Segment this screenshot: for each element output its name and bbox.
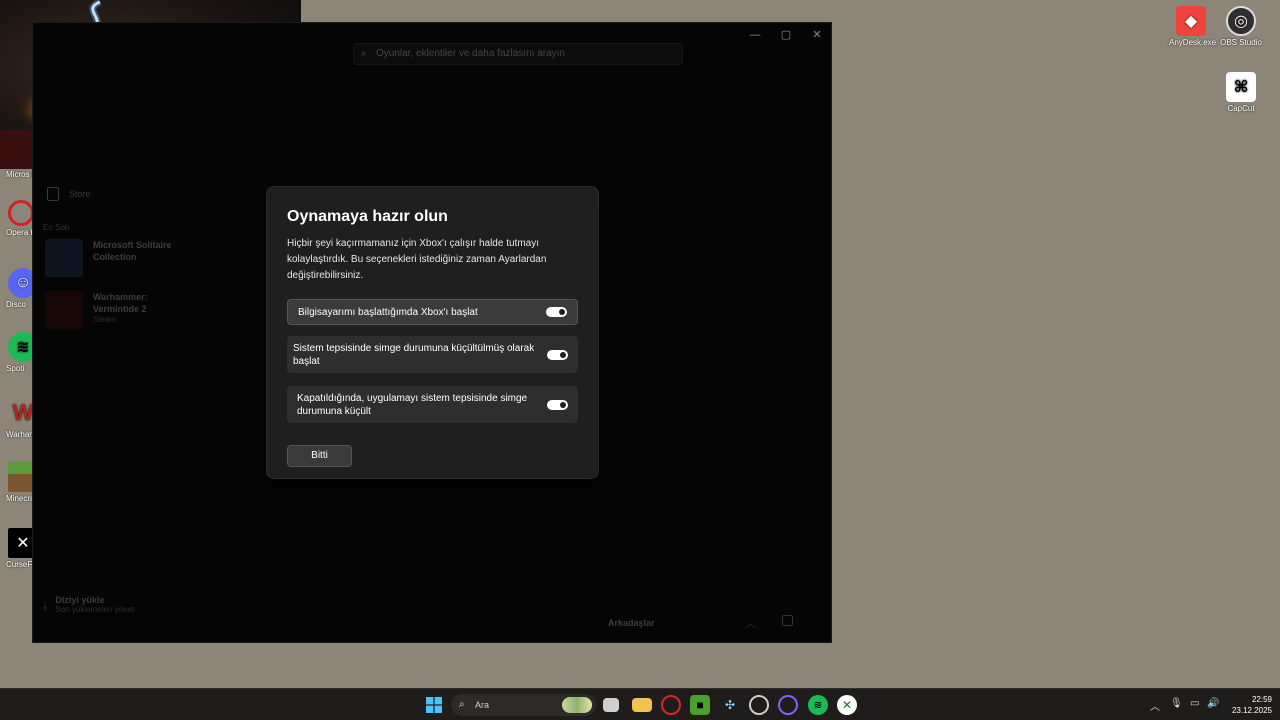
game-source: Steam (93, 315, 117, 324)
capcut-icon: ⌘ (1226, 72, 1256, 102)
close-button[interactable]: ✕ (808, 27, 826, 43)
sidebar-item-store[interactable]: Store (47, 187, 91, 201)
dialog-description: Hiçbir şeyi kaçırmamanız için Xbox'ı çal… (287, 238, 547, 281)
search-icon: ⌕ (361, 48, 367, 59)
task-view-icon[interactable] (603, 698, 619, 712)
app-ring-icon[interactable] (778, 695, 798, 715)
toggle-switch[interactable] (546, 307, 567, 317)
clock-date: 23.12.2025 (1231, 706, 1272, 715)
opera-icon (8, 200, 34, 226)
toggle-switch[interactable] (547, 399, 568, 410)
desktop-icon-label: CapCut (1227, 104, 1255, 113)
steam-icon[interactable] (749, 695, 769, 715)
search-placeholder: Oyunlar, eklentiler ve daha fazlasını ar… (376, 48, 565, 59)
desktop-icon-label: OBS Studio (1220, 38, 1262, 47)
display-icon[interactable]: ▭ (1190, 698, 1199, 709)
game-name: Warhammer: Vermintide 2 (93, 292, 148, 314)
chevron-up-icon[interactable]: ︿ (745, 615, 756, 631)
install-queue-link[interactable]: ⤓ Diziyi yükle Son yüklemeleri yönet (43, 595, 134, 614)
recent-game-solitaire[interactable]: Microsoft Solitaire Collection (45, 239, 189, 277)
option-start-minimized[interactable]: Sistem tepsisinde simge durumuna küçültü… (287, 336, 578, 373)
desktop-icon-capcut[interactable]: ⌘ CapCut (1219, 72, 1263, 113)
clock-time: 22:59 (1251, 695, 1272, 704)
minimize-button[interactable]: — (746, 27, 764, 43)
opera-gx-icon[interactable] (661, 695, 681, 715)
chevron-up-icon[interactable]: ︿ (1150, 698, 1160, 713)
toggle-switch[interactable] (547, 349, 568, 360)
store-icon (47, 187, 59, 201)
option-minimize-on-close[interactable]: Kapatıldığında, uygulamayı sistem tepsis… (287, 386, 578, 423)
spotify-taskbar-icon[interactable]: ≋ (808, 695, 828, 715)
xbox-taskbar-icon[interactable]: ✕ (837, 695, 857, 715)
option-label: Sistem tepsisinde simge durumuna küçültü… (293, 342, 535, 367)
recent-section-label: En Son (43, 223, 70, 232)
game-thumbnail (45, 291, 83, 329)
minecraft-launcher-icon[interactable]: ■ (690, 695, 710, 715)
dialog-title: Oynamaya hazır olun (287, 208, 448, 225)
option-label: Kapatıldığında, uygulamayı sistem tepsis… (297, 392, 528, 417)
install-queue-title: Diziyi yükle (55, 595, 105, 605)
taskbar-search[interactable]: ⌕ Ara (451, 694, 596, 716)
friends-label[interactable]: Arkadaşlar (608, 618, 655, 628)
recent-game-vermintide[interactable]: Warhammer: Vermintide 2 Steam (45, 291, 189, 329)
game-name: Microsoft Solitaire Collection (93, 240, 172, 262)
install-queue-subtitle: Son yüklemeleri yönet (55, 605, 135, 614)
taskbar-search-label: Ara (475, 700, 490, 710)
xbox-search-input[interactable]: ⌕ Oyunlar, eklentiler ve daha fazlasını … (353, 43, 683, 65)
start-button[interactable] (424, 695, 444, 715)
obs-icon: ◎ (1226, 6, 1256, 36)
volume-icon[interactable]: 🔊 (1207, 698, 1219, 709)
game-thumbnail (45, 239, 83, 277)
windows-logo-icon (426, 697, 442, 713)
file-explorer-icon[interactable] (632, 698, 652, 712)
desktop-icon-anydesk[interactable]: ◆ AnyDesk.exe (1169, 6, 1217, 47)
download-icon: ⤓ (43, 601, 48, 612)
anydesk-icon: ◆ (1176, 6, 1206, 36)
search-icon: ⌕ (459, 699, 465, 710)
maximize-button[interactable]: ▢ (777, 27, 795, 43)
sidebar-item-label: Store (69, 189, 91, 199)
done-button[interactable]: Bitti (287, 445, 352, 467)
ready-to-play-dialog: Oynamaya hazır olun Hiçbir şeyi kaçırmam… (266, 186, 599, 479)
desktop-icon-obs[interactable]: ◎ OBS Studio (1219, 6, 1263, 47)
microphone-icon[interactable]: 🎙 (1170, 698, 1183, 709)
system-clock[interactable]: 22:59 23.12.2025 (1226, 694, 1272, 716)
network-app-icon[interactable]: ✣ (720, 695, 740, 715)
desktop-icon-label: AnyDesk.exe (1169, 38, 1217, 47)
option-start-on-boot[interactable]: Bilgisayarımı başlattığımda Xbox'ı başla… (287, 299, 578, 325)
taskbar: ⌕ Ara ■ ✣ ≋ ✕ ︿ 🎙 ▭ 🔊 22:59 23.12.2025 (0, 688, 1280, 720)
popout-icon[interactable] (782, 615, 793, 626)
option-label: Bilgisayarımı başlattığımda Xbox'ı başla… (298, 306, 478, 318)
search-highlight-image (562, 697, 592, 713)
